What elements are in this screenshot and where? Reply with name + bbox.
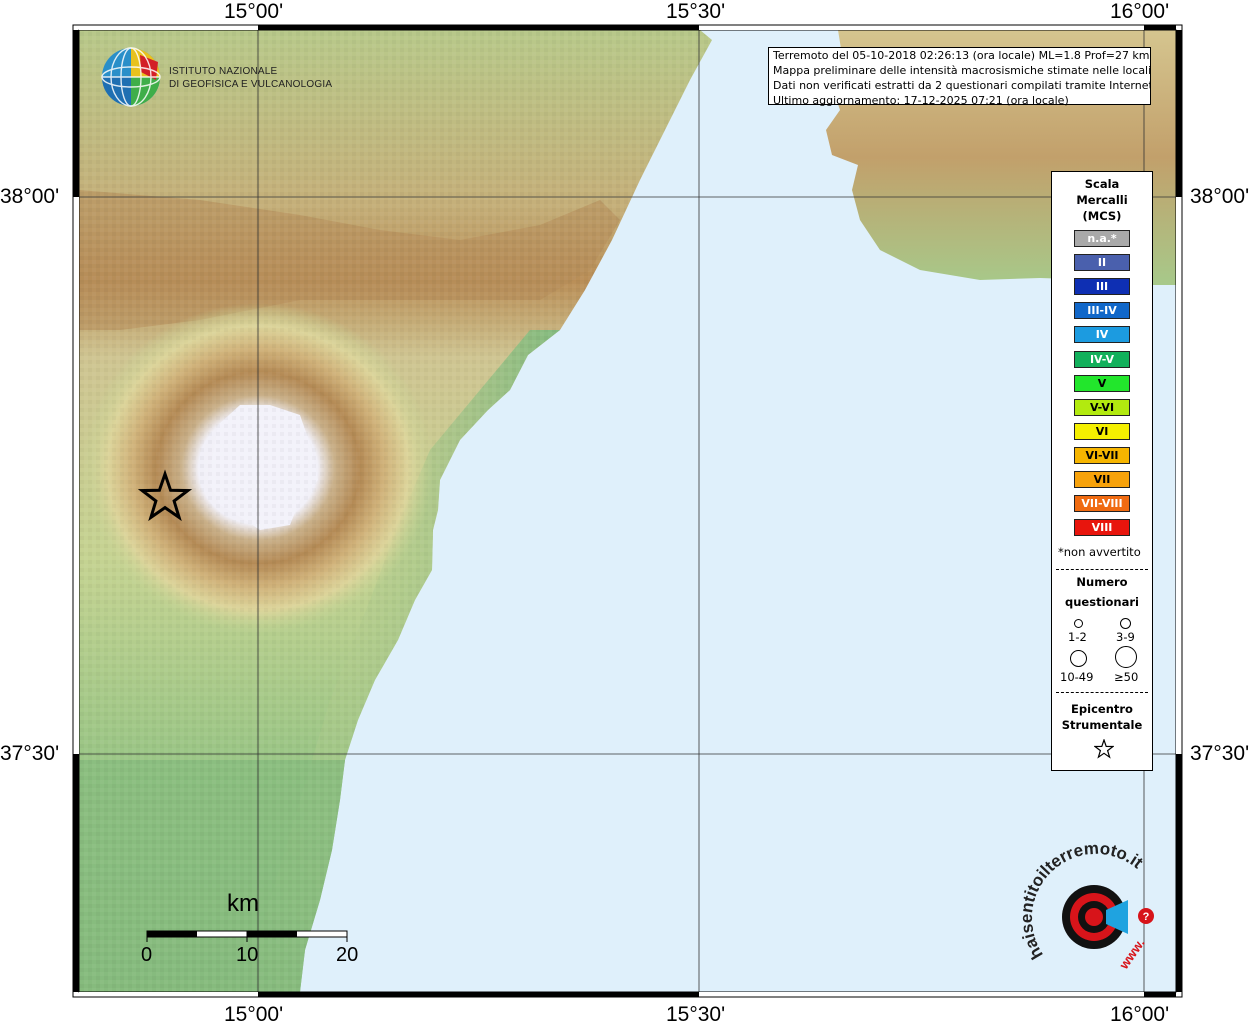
count-title-line1: Numero [1076, 575, 1128, 589]
event-info-line2: Mappa preliminare delle intensità macros… [773, 64, 1150, 77]
legend-title-line2: Mercalli [1076, 193, 1128, 207]
legend-panel: Scala Mercalli (MCS) n.a.* II III III-IV IV I… [1051, 171, 1153, 771]
mcs-swatch-iiiiv: III-IV [1074, 302, 1130, 320]
lat-label-38-00-left: 38°00' [0, 185, 60, 208]
lon-label-15-00-bottom: 15°00' [224, 1003, 284, 1026]
legend-title-line3: (MCS) [1082, 209, 1122, 223]
scale-tick-0: 0 [141, 944, 153, 966]
legend-star-icon [1094, 739, 1114, 759]
mcs-swatch-ivv: IV-V [1074, 350, 1130, 368]
mcs-swatch-vvi: V-VI [1074, 398, 1130, 416]
scale-tick-20: 20 [336, 944, 359, 966]
event-info-box: Terremoto del 05-10-2018 02:26:13 (ora l… [768, 47, 1151, 107]
mcs-swatch-iii: III [1074, 278, 1130, 296]
mcs-swatch-viii: VIII [1074, 519, 1130, 537]
mcs-swatch-na: n.a.* [1074, 230, 1130, 247]
scale-unit: km [227, 890, 259, 917]
event-info-line4: Ultimo aggiornamento: 17-12-2025 07:21 (… [773, 94, 1069, 107]
scale-tick-10: 10 [236, 944, 259, 966]
event-info-line1: Terremoto del 05-10-2018 02:26:13 (ora l… [773, 49, 1150, 62]
mcs-swatch-vivii: VI-VII [1074, 446, 1130, 464]
lon-label-15-00-top: 15°00' [224, 0, 284, 23]
lat-label-37-30-left: 37°30' [0, 742, 60, 765]
mcs-swatch-vi: VI [1074, 422, 1130, 440]
mcs-swatch-ii: II [1074, 254, 1130, 272]
lat-label-38-00-right: 38°00' [1190, 185, 1250, 208]
legend-divider [1056, 692, 1148, 693]
count-label-2: 3-9 [1116, 630, 1135, 644]
count-circle-small-icon [1074, 619, 1083, 628]
epicenter-title-line1: Epicentro [1071, 702, 1133, 716]
count-label-4: ≥50 [1114, 670, 1139, 684]
epicenter-title-line2: Strumentale [1061, 718, 1143, 732]
count-circle-xlarge-icon [1115, 646, 1137, 668]
legend-divider [1056, 569, 1148, 570]
ingv-logo: Istituto Nazionale di Geofisica e Vulcan… [169, 65, 332, 91]
ingv-logo-line2: di Geofisica e Vulcanologia [169, 79, 333, 90]
legend-note: *non avvertito [1058, 545, 1141, 559]
mcs-swatch-iv: IV [1074, 326, 1130, 344]
count-circle-large-icon [1070, 650, 1087, 667]
event-info-line3: Dati non verificati estratti da 2 questi… [773, 79, 1150, 92]
lat-label-37-30-right: 37°30' [1190, 742, 1250, 765]
mcs-swatch-vii: VII [1074, 471, 1130, 488]
count-circle-medium-icon [1120, 618, 1131, 629]
count-label-3: 10-49 [1060, 670, 1094, 684]
lon-label-16-00-bottom: 16°00' [1110, 1003, 1170, 1026]
ingv-globe-icon [101, 47, 161, 107]
svg-text:?: ? [1143, 911, 1150, 923]
mcs-swatch-viiviii: VII-VIII [1074, 495, 1130, 513]
mcs-swatch-v: V [1074, 374, 1130, 392]
count-title-line2: questionari [1065, 595, 1139, 609]
lon-label-16-00-top: 16°00' [1110, 0, 1170, 23]
ingv-logo-line1: Istituto Nazionale [169, 66, 278, 77]
lon-label-15-30-bottom: 15°30' [666, 1003, 726, 1026]
count-label-1: 1-2 [1068, 630, 1087, 644]
lon-label-15-30-top: 15°30' [666, 0, 726, 23]
legend-title-line1: Scala [1084, 177, 1120, 191]
